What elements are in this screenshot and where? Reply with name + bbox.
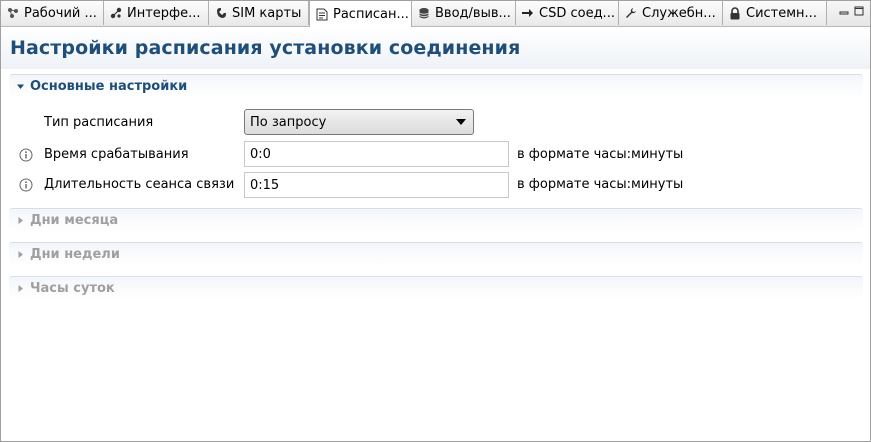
workspace-icon [6, 6, 20, 20]
tab-label: Интерфе... [127, 5, 201, 21]
section-title: Основные настройки [30, 79, 188, 94]
tab-label: Служебн... [642, 5, 716, 21]
schedule-document-icon [315, 7, 329, 21]
tab-schedule[interactable]: Расписан... [309, 1, 412, 27]
sim-card-icon [214, 6, 228, 20]
section-title: Дни месяца [30, 213, 119, 228]
trigger-time-hint: в формате часы:минуты [517, 147, 684, 162]
dropdown-arrow-icon [456, 119, 466, 125]
tab-system[interactable]: Системн... [723, 1, 827, 25]
section-day-hours[interactable]: Часы суток [9, 276, 863, 300]
tab-label: SIM карты [232, 5, 302, 21]
section-basic-settings[interactable]: Основные настройки [9, 74, 863, 98]
tab-csd-connection[interactable]: CSD соед... [516, 1, 619, 25]
interface-icon [109, 6, 123, 20]
schedule-type-label: Тип расписания [44, 115, 154, 130]
page-title: Настройки расписания установки соединени… [10, 37, 521, 59]
schedule-type-value: По запросу [250, 114, 327, 130]
lock-icon [728, 6, 742, 20]
chevron-right-icon [13, 214, 27, 228]
page-header: Настройки расписания установки соединени… [1, 27, 870, 69]
tab-label: Ввод/выв... [435, 5, 511, 21]
tab-label: Системн... [746, 5, 817, 21]
session-duration-hint: в формате часы:минуты [517, 177, 684, 192]
section-month-days[interactable]: Дни месяца [9, 208, 863, 232]
chevron-right-icon [13, 282, 27, 296]
section-week-days[interactable]: Дни недели [9, 242, 863, 266]
tab-label: CSD соед... [539, 5, 615, 21]
wrench-icon [624, 6, 638, 20]
tab-label: Расписан... [333, 6, 409, 22]
chevron-right-icon [13, 248, 27, 262]
tab-io[interactable]: Ввод/выв... [412, 1, 516, 25]
section-title: Дни недели [30, 247, 120, 262]
trigger-time-input[interactable] [244, 141, 509, 167]
tab-interface[interactable]: Интерфе... [104, 1, 209, 25]
schedule-type-select[interactable]: По запросу [244, 109, 474, 135]
minimize-icon[interactable] [838, 5, 850, 17]
editor-window: Рабочий ... Интерфе... SIM карты Расписа… [0, 0, 871, 442]
trigger-time-label: Время срабатывания [44, 147, 189, 162]
info-icon [19, 148, 33, 162]
tab-sim-cards[interactable]: SIM карты [209, 1, 309, 25]
session-duration-label: Длительность сеанса связи [44, 177, 235, 192]
tab-workspace[interactable]: Рабочий ... [1, 1, 104, 25]
arrow-right-icon [521, 6, 535, 20]
tab-bar: Рабочий ... Интерфе... SIM карты Расписа… [1, 1, 870, 27]
tab-label: Рабочий ... [24, 5, 97, 21]
session-duration-input[interactable] [244, 172, 509, 198]
chevron-down-icon [13, 80, 27, 94]
maximize-icon[interactable] [853, 5, 865, 17]
tab-service[interactable]: Служебн... [619, 1, 723, 25]
info-icon [19, 178, 33, 192]
database-icon [417, 6, 431, 20]
section-title: Часы суток [30, 281, 115, 296]
